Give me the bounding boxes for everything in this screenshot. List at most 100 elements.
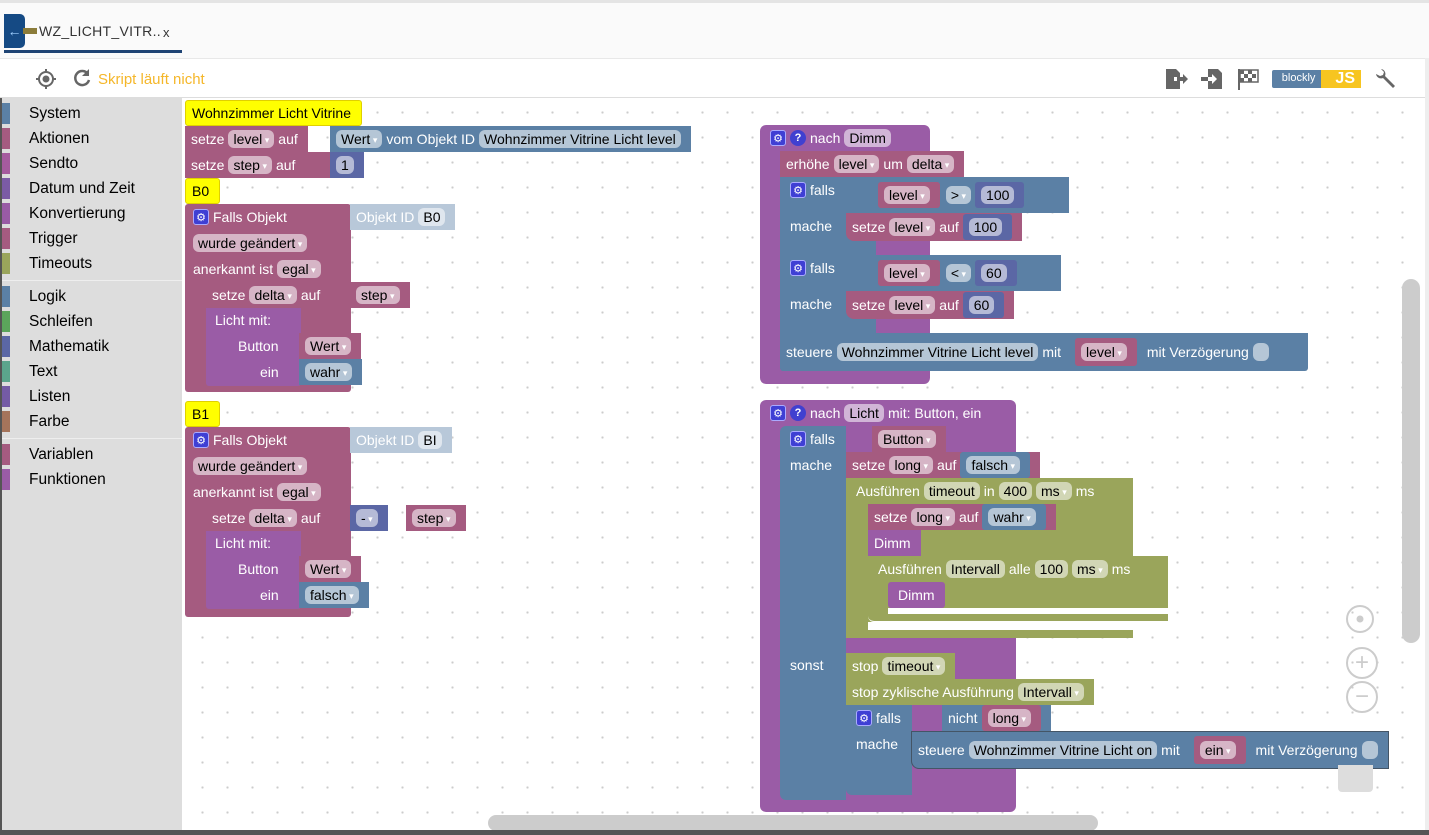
flag-icon[interactable] [1236, 67, 1260, 91]
horizontal-scrollbar[interactable] [488, 815, 1098, 831]
number-field[interactable]: 100 [981, 186, 1015, 204]
toolbox-category-funktionen[interactable]: Funktionen [2, 467, 182, 492]
toolbox-category-text[interactable]: Text [2, 359, 182, 384]
delay-field[interactable]: 400 [998, 482, 1033, 500]
var-dropdown[interactable]: long [889, 456, 933, 474]
var-get-block[interactable]: step [350, 282, 410, 308]
toolbox-category-schleifen[interactable]: Schleifen [2, 309, 182, 334]
stop-timeout-block[interactable]: stop timeout [846, 653, 956, 679]
object-id-field[interactable]: Wohnzimmer Vitrine Licht on [968, 741, 1158, 759]
help-icon[interactable]: ? [790, 405, 806, 421]
interval-dropdown[interactable]: Intervall [1017, 683, 1084, 701]
close-tab-button[interactable]: x [163, 25, 170, 40]
ack-dropdown[interactable]: egal [277, 260, 321, 278]
object-id-block[interactable]: Objekt ID B0 [350, 204, 456, 230]
number-field[interactable]: 60 [981, 264, 1007, 282]
toolbox-category-timeouts[interactable]: Timeouts [2, 251, 182, 276]
number-field[interactable]: 60 [968, 296, 995, 314]
set-long-block[interactable]: setzelongaufwahr [868, 504, 1056, 530]
op-dropdown[interactable]: < [945, 264, 972, 282]
recenter-icon[interactable] [1346, 605, 1374, 633]
zoom-in-icon[interactable]: + [1346, 647, 1378, 679]
blockly-js-toggle[interactable]: blockly JS [1271, 70, 1361, 88]
bool-dropdown[interactable]: wahr [305, 363, 353, 381]
comment-b1[interactable]: B1 [185, 401, 221, 427]
gear-icon[interactable]: ⚙ [770, 405, 786, 421]
if-else-block[interactable] [780, 426, 846, 800]
bool-block[interactable]: wahr [299, 359, 363, 385]
var-block[interactable]: long [981, 705, 1042, 731]
bool-block[interactable]: falsch [299, 582, 369, 608]
set-delta-block[interactable]: setzedeltaauf [206, 282, 352, 308]
var-dropdown[interactable]: level [889, 296, 936, 314]
stop-interval-block[interactable]: stop zyklische Ausführung Intervall [846, 679, 1094, 705]
script-tab[interactable]: ← WZ_LICHT_VITR.. x [4, 11, 182, 53]
set-level-block[interactable]: setzelevelauf 60 [846, 291, 1015, 319]
import-icon[interactable] [1200, 67, 1224, 91]
var-dropdown[interactable]: delta [249, 286, 297, 304]
number-field[interactable]: 1 [336, 156, 354, 174]
toolbox-category-mathematik[interactable]: Mathematik [2, 334, 182, 359]
compare-block[interactable]: level >100 [872, 177, 1069, 213]
var-dropdown[interactable]: level [884, 264, 930, 282]
restart-icon[interactable] [72, 67, 92, 95]
bool-block[interactable]: wahr [982, 504, 1046, 530]
var-block[interactable]: ein [1193, 736, 1246, 764]
number-block[interactable]: 60 [975, 260, 1017, 286]
control-block[interactable]: steuere Wohnzimmer Vitrine Licht level mit… [780, 333, 1308, 371]
call-dimm-block[interactable]: Dimm [868, 530, 921, 556]
help-icon[interactable]: ? [790, 130, 806, 146]
var-dropdown[interactable]: Button [878, 430, 936, 448]
increment-block[interactable]: erhöhelevelumdelta [780, 151, 965, 177]
var-dropdown[interactable]: step [356, 286, 400, 304]
comment-b0[interactable]: B0 [185, 178, 221, 204]
object-id-field[interactable]: Wohnzimmer Vitrine Licht level [836, 343, 1039, 361]
wrench-icon[interactable] [1373, 67, 1397, 91]
comment-block[interactable]: Wohnzimmer Licht Vitrine [185, 100, 362, 126]
var-block[interactable]: level [878, 182, 940, 208]
set-level-block[interactable]: setzelevelauf 100 [846, 213, 1023, 241]
var-block[interactable]: Button [872, 426, 946, 452]
vertical-scrollbar[interactable] [1402, 279, 1420, 643]
timeout-name-field[interactable]: timeout [923, 482, 980, 500]
attr-dropdown[interactable]: Wert [336, 130, 383, 148]
var-dropdown[interactable]: level [884, 186, 930, 204]
gear-icon[interactable]: ⚙ [856, 710, 872, 726]
attr-dropdown[interactable]: Wert [305, 337, 352, 355]
var-block[interactable]: level [878, 260, 940, 286]
toolbox-category-aktionen[interactable]: Aktionen [2, 126, 182, 151]
gear-icon[interactable]: ⚙ [193, 432, 209, 448]
var-dropdown[interactable]: level [228, 130, 275, 148]
interval-field[interactable]: 100 [1034, 560, 1069, 578]
number-field[interactable]: 100 [968, 218, 1003, 236]
bool-dropdown[interactable]: falsch [305, 586, 359, 604]
negate-block[interactable]: - [350, 505, 388, 531]
call-dimm-block[interactable]: Dimm [888, 582, 945, 608]
var-dropdown[interactable]: step [228, 156, 272, 174]
delay-checkbox[interactable] [1361, 741, 1378, 759]
object-id-block[interactable]: Objekt ID BI [350, 427, 452, 453]
unit-dropdown[interactable]: ms [1072, 560, 1108, 578]
get-value-block[interactable]: Wertvom Objekt IDWohnzimmer Vitrine Lich… [330, 126, 691, 152]
var-dropdown[interactable]: delta [249, 509, 297, 527]
change-dropdown[interactable]: wurde geändert [193, 234, 308, 252]
trigger-value-block[interactable]: Wert [299, 333, 362, 359]
trash-icon[interactable] [1338, 765, 1373, 792]
locate-icon[interactable] [35, 68, 57, 96]
gear-icon[interactable]: ⚙ [790, 431, 806, 447]
set-long-block[interactable]: setzelongauf falsch [846, 452, 1041, 478]
gear-icon[interactable]: ⚙ [790, 182, 806, 198]
unit-dropdown[interactable]: ms [1036, 482, 1072, 500]
set-level-block[interactable]: setzelevelauf [185, 126, 308, 152]
gear-icon[interactable]: ⚙ [790, 260, 806, 276]
toolbox-category-trigger[interactable]: Trigger [2, 226, 182, 251]
number-block[interactable]: 60 [962, 292, 1005, 318]
var-dropdown[interactable]: ein [1199, 741, 1236, 759]
control-block[interactable]: steuere Wohnzimmer Vitrine Licht on mit ein… [911, 731, 1389, 769]
var-dropdown[interactable]: long [987, 709, 1032, 727]
bool-dropdown[interactable]: falsch [966, 456, 1021, 474]
toolbox-category-konvertierung[interactable]: Konvertierung [2, 201, 182, 226]
toolbox-category-logik[interactable]: Logik [2, 284, 182, 309]
var-block[interactable]: level [1075, 338, 1137, 366]
var-dropdown[interactable]: level [833, 155, 880, 173]
